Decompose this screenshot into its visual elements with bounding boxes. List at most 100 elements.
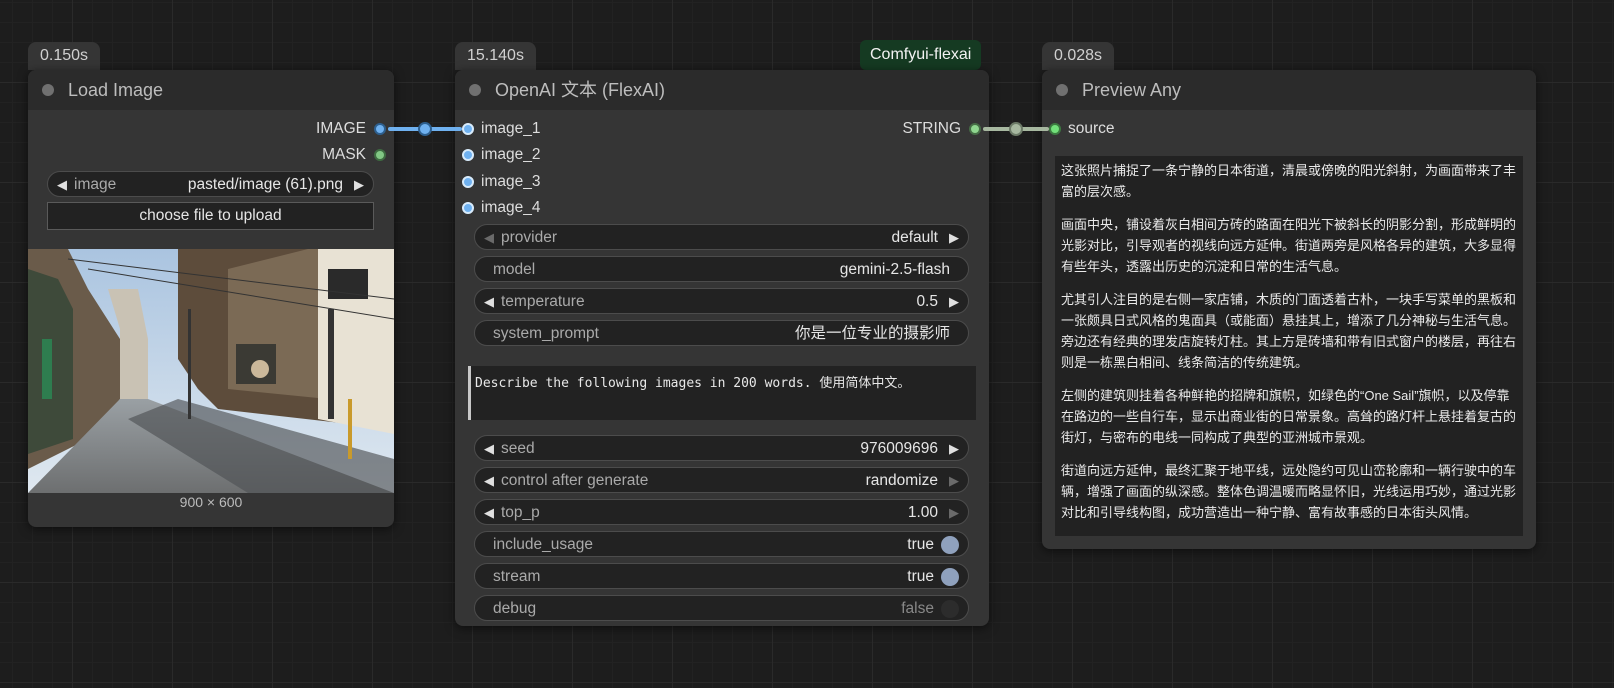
collapse-dot-icon[interactable] [469,84,481,96]
stream-value: true [907,568,934,585]
system-prompt-text-widget[interactable]: system_prompt 你是一位专业的摄影师 [474,320,969,346]
openai-time-badge: 15.140s [455,42,536,70]
output-string-slot[interactable]: STRING [902,119,983,139]
collapse-dot-icon[interactable] [1056,84,1068,96]
preview-paragraph: 尤其引人注目的是右侧一家店铺，木质的门面透着古朴，一块手写菜单的黑板和一张颇具日… [1061,292,1517,370]
string-link-reroute-icon[interactable] [1009,122,1023,136]
increment-arrow-icon[interactable]: ▶ [949,468,959,494]
include-usage-value: true [907,536,934,553]
preview-any-node[interactable]: Preview Any source 这张照片捕捉了一条宁静的日本街道，清晨或傍… [1042,70,1536,549]
control-after-generate-label: control after generate [501,472,649,489]
image-combo-widget[interactable]: ◀ image pasted/image (61).png ▶ [47,171,374,197]
image-widget-label: image [74,176,117,193]
model-value: gemini-2.5-flash [839,261,950,278]
load-image-time-badge: 0.150s [28,42,101,70]
decrement-arrow-icon[interactable]: ◀ [57,172,67,198]
load-image-node[interactable]: Load Image IMAGE MASK ◀ image pasted/ima… [28,70,394,527]
collapse-dot-icon[interactable] [42,84,54,96]
decrement-arrow-icon[interactable]: ◀ [484,436,494,462]
prompt-textarea[interactable]: Describe the following images in 200 wor… [468,366,976,420]
control-after-generate-combo-widget[interactable]: ◀ control after generate randomize ▶ [474,467,969,493]
increment-arrow-icon[interactable]: ▶ [354,172,364,198]
stream-label: stream [493,568,541,585]
input-source-label: source [1068,120,1115,137]
preview-paragraph: 左侧的建筑则挂着各种鲜艳的招牌和旗帜，如绿色的“One Sail”旗帜，以及停靠… [1061,388,1517,445]
input-image-2-dot-icon[interactable] [462,149,474,161]
temperature-label: temperature [501,293,585,310]
provider-label: provider [501,229,557,246]
upload-button[interactable]: choose file to upload [47,202,374,230]
preview-text-output[interactable]: 这张照片捕捉了一条宁静的日本街道，清晨或傍晚的阳光斜射，为画面带来了丰富的层次感… [1055,156,1523,536]
control-after-generate-value: randomize [865,472,938,489]
system-prompt-label: system_prompt [493,325,599,342]
decrement-arrow-icon[interactable]: ◀ [484,500,494,526]
seed-value: 976009696 [860,440,938,457]
decrement-arrow-icon[interactable]: ◀ [484,225,494,251]
node-title: OpenAI 文本 (FlexAI) [495,80,666,100]
system-prompt-value: 你是一位专业的摄影师 [794,325,950,342]
input-image-4-slot[interactable]: image_4 [461,198,540,218]
increment-arrow-icon[interactable]: ▶ [949,436,959,462]
toggle-on-icon[interactable] [941,568,959,586]
preview-time-badge: 0.028s [1042,42,1115,70]
include-usage-toggle-widget[interactable]: include_usage true [474,531,969,557]
debug-toggle-widget[interactable]: debug false [474,595,969,621]
provider-combo-widget[interactable]: ◀ provider default ▶ [474,224,969,250]
seed-label: seed [501,440,535,457]
temperature-number-widget[interactable]: ◀ temperature 0.5 ▶ [474,288,969,314]
input-image-1-label: image_1 [481,120,541,137]
decrement-arrow-icon[interactable]: ◀ [484,289,494,315]
input-image-4-dot-icon[interactable] [462,202,474,214]
node-title: Preview Any [1082,80,1182,100]
input-image-3-dot-icon[interactable] [462,176,474,188]
temperature-value: 0.5 [916,293,938,310]
input-source-dot-icon[interactable] [1049,123,1061,135]
output-string-label: STRING [902,120,961,137]
output-mask-label: MASK [322,146,366,163]
increment-arrow-icon[interactable]: ▶ [949,289,959,315]
include-usage-label: include_usage [493,536,593,553]
input-image-3-slot[interactable]: image_3 [461,172,540,192]
input-image-2-slot[interactable]: image_2 [461,145,540,165]
stream-toggle-widget[interactable]: stream true [474,563,969,589]
preview-paragraph: 街道向远方延伸，最终汇聚于地平线，远处隐约可见山峦轮廓和一辆行驶中的车辆，增强了… [1061,463,1517,520]
input-image-2-label: image_2 [481,146,541,163]
preview-paragraph: 这张照片捕捉了一条宁静的日本街道，清晨或傍晚的阳光斜射，为画面带来了丰富的层次感… [1061,163,1517,199]
increment-arrow-icon[interactable]: ▶ [949,500,959,526]
debug-label: debug [493,600,537,617]
openai-title-bar[interactable]: OpenAI 文本 (FlexAI) [455,70,989,110]
output-mask-dot-icon[interactable] [374,149,386,161]
node-title: Load Image [68,80,164,100]
image-preview [28,249,394,493]
image-link-reroute-icon[interactable] [418,122,432,136]
output-image-dot-icon[interactable] [374,123,386,135]
top-p-number-widget[interactable]: ◀ top_p 1.00 ▶ [474,499,969,525]
input-image-3-label: image_3 [481,173,541,190]
preview-paragraph: 画面中央，铺设着灰白相间方砖的路面在阳光下被斜长的阴影分割，形成鲜明的光影对比，… [1061,217,1517,274]
image-widget-value: pasted/image (61).png [187,176,343,193]
debug-value: false [901,600,934,617]
seed-number-widget[interactable]: ◀ seed 976009696 ▶ [474,435,969,461]
image-size-caption: 900 × 600 [179,494,243,510]
load-image-title-bar[interactable]: Load Image [28,70,394,110]
input-image-1-slot[interactable]: image_1 [461,119,540,139]
output-image-slot[interactable]: IMAGE [316,119,388,139]
top-p-label: top_p [501,504,540,521]
toggle-on-icon[interactable] [941,536,959,554]
street-photo-icon [28,249,394,493]
input-image-1-dot-icon[interactable] [462,123,474,135]
node-pack-badge: Comfyui-flexai [860,40,982,70]
input-source-slot[interactable]: source [1048,119,1115,139]
decrement-arrow-icon[interactable]: ◀ [484,468,494,494]
output-image-label: IMAGE [316,120,366,137]
output-mask-slot[interactable]: MASK [322,145,388,165]
increment-arrow-icon[interactable]: ▶ [949,225,959,251]
provider-value: default [891,229,938,246]
toggle-off-icon[interactable] [941,600,959,618]
openai-text-node[interactable]: OpenAI 文本 (FlexAI) image_1 image_2 image… [455,70,989,626]
input-image-4-label: image_4 [481,199,541,216]
model-text-widget[interactable]: model gemini-2.5-flash [474,256,969,282]
model-label: model [493,261,536,278]
output-string-dot-icon[interactable] [969,123,981,135]
preview-title-bar[interactable]: Preview Any [1042,70,1536,110]
